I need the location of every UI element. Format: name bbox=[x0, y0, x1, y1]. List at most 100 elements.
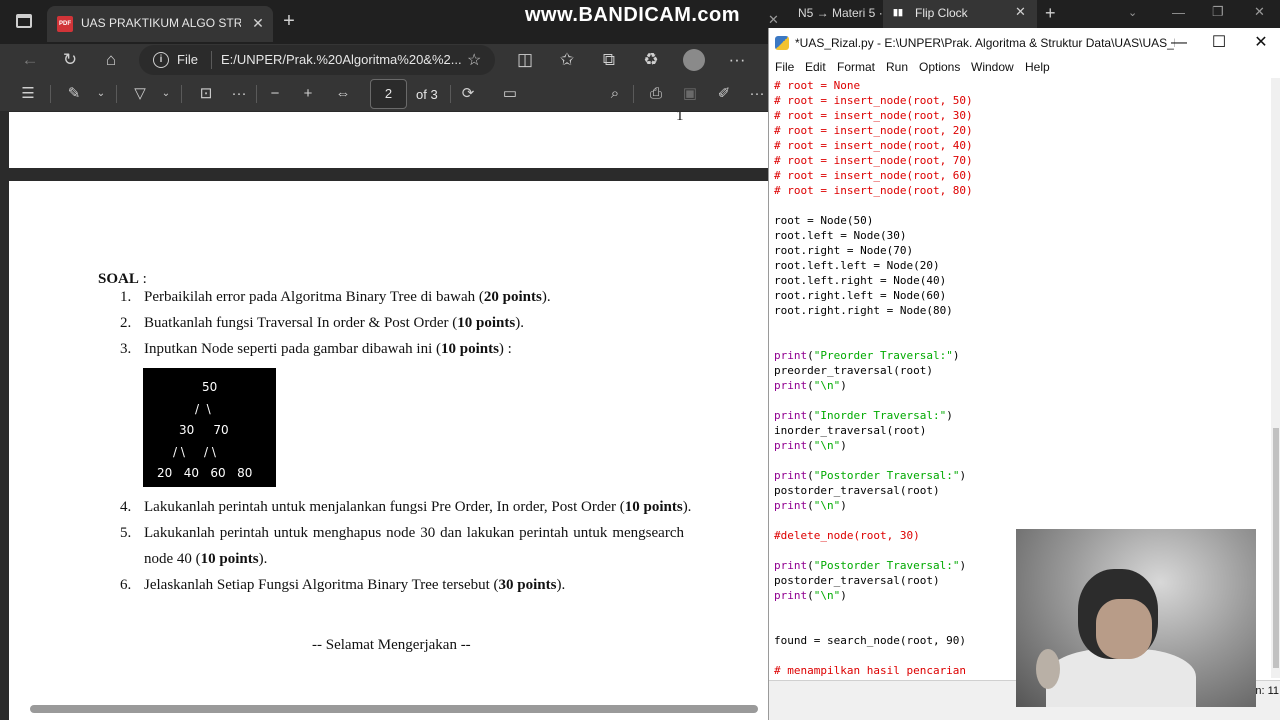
highlight-icon[interactable]: ✎ bbox=[62, 82, 86, 106]
code-line[interactable]: # root = insert_node(root, 30) bbox=[774, 108, 973, 123]
favorites-icon[interactable]: ✩ bbox=[555, 48, 579, 72]
code-line[interactable]: root.left.right = Node(40) bbox=[774, 273, 946, 288]
code-line[interactable]: # menampilkan hasil pencarian bbox=[774, 663, 966, 678]
page-view-icon[interactable]: ▭ bbox=[498, 82, 522, 106]
zoom-out-icon[interactable]: − bbox=[263, 82, 287, 106]
split-screen-icon[interactable]: ◫ bbox=[513, 48, 537, 72]
code-line[interactable]: # root = None bbox=[774, 78, 860, 93]
home-icon[interactable]: ⌂ bbox=[99, 48, 123, 72]
rotate-icon[interactable]: ⟳ bbox=[456, 82, 480, 106]
draw-icon[interactable]: ▽ bbox=[128, 82, 152, 106]
code-line[interactable]: print("\n") bbox=[774, 438, 847, 453]
toolbar-divider bbox=[256, 85, 257, 103]
code-line[interactable]: print("Postorder Traversal:") bbox=[774, 468, 966, 483]
code-line[interactable]: postorder_traversal(root) bbox=[774, 483, 940, 498]
minimize-icon[interactable]: — bbox=[1169, 33, 1189, 53]
tab-actions-icon[interactable] bbox=[16, 14, 32, 28]
code-line[interactable]: root = Node(50) bbox=[774, 213, 873, 228]
tab-close-icon[interactable]: ✕ bbox=[1015, 4, 1026, 20]
new-tab-icon[interactable]: + bbox=[279, 11, 299, 32]
horizontal-scrollbar[interactable] bbox=[30, 705, 758, 713]
chevron-down-icon[interactable]: ⌄ bbox=[1128, 6, 1137, 19]
close-icon[interactable]: ✕ bbox=[1251, 33, 1271, 53]
menu-edit[interactable]: Edit bbox=[805, 60, 826, 74]
code-line[interactable]: print("Postorder Traversal:") bbox=[774, 558, 966, 573]
zoom-in-icon[interactable]: + bbox=[296, 82, 320, 106]
chevron-down-icon[interactable]: ⌄ bbox=[154, 82, 178, 106]
code-line[interactable]: # root = insert_node(root, 70) bbox=[774, 153, 973, 168]
tree-branch: / \ bbox=[195, 402, 211, 416]
settings-more-icon[interactable]: ··· bbox=[745, 82, 769, 106]
flip-clock-tab[interactable]: ▮▮ Flip Clock ✕ bbox=[883, 0, 1037, 28]
extension-icon[interactable]: ♻ bbox=[639, 48, 663, 72]
code-line[interactable]: # root = insert_node(root, 40) bbox=[774, 138, 973, 153]
back-arrow-icon[interactable]: ← bbox=[18, 48, 42, 72]
code-line[interactable]: # root = insert_node(root, 20) bbox=[774, 123, 973, 138]
save-icon[interactable]: ▣ bbox=[678, 82, 702, 106]
profile-avatar[interactable] bbox=[683, 49, 705, 71]
pdf-toolbar: ☰ ✎ ⌄ ▽ ⌄ ⊡ ··· − + ⇔ 2 of 3 ⟳ ▭ ⌕ ⎙ ▣ ✐… bbox=[0, 76, 768, 112]
new-tab-icon[interactable]: + bbox=[1045, 3, 1056, 24]
collections-icon[interactable]: ⧉ bbox=[597, 48, 621, 72]
chevron-down-icon[interactable]: ⌄ bbox=[89, 82, 113, 106]
info-icon[interactable]: i bbox=[153, 52, 169, 68]
clock-icon: ▮▮ bbox=[893, 7, 903, 17]
code-line[interactable]: print("Preorder Traversal:") bbox=[774, 348, 959, 363]
code-builtin: print bbox=[774, 379, 808, 392]
menu-format[interactable]: Format bbox=[837, 60, 875, 74]
text-box-icon[interactable]: ⊡ bbox=[194, 82, 218, 106]
more-tools-icon[interactable]: ··· bbox=[227, 82, 251, 106]
close-icon[interactable]: ✕ bbox=[1254, 4, 1265, 20]
menu-file[interactable]: File bbox=[775, 60, 794, 74]
code-punct: ( bbox=[807, 379, 814, 392]
code-punct: ) bbox=[840, 379, 847, 392]
tab-close-icon[interactable]: ✕ bbox=[249, 13, 267, 33]
code-punct: ( bbox=[807, 439, 814, 452]
code-line[interactable]: preorder_traversal(root) bbox=[774, 363, 933, 378]
menu-options[interactable]: Options bbox=[919, 60, 960, 74]
contents-icon[interactable]: ☰ bbox=[16, 82, 40, 106]
print-icon[interactable]: ⎙ bbox=[644, 82, 668, 106]
background-tab-label[interactable]: N5 → Materi 5 · bbox=[798, 6, 883, 20]
page-number-input[interactable]: 2 bbox=[370, 79, 407, 109]
close-icon[interactable]: ✕ bbox=[768, 12, 779, 28]
code-line[interactable]: print("\n") bbox=[774, 588, 847, 603]
address-bar[interactable]: i File E:/UNPER/Prak.%20Algoritma%20&%2.… bbox=[139, 45, 495, 75]
scrollbar-thumb[interactable] bbox=[1273, 428, 1279, 668]
tree-level: 30 70 bbox=[179, 423, 229, 437]
code-line[interactable]: # root = insert_node(root, 60) bbox=[774, 168, 973, 183]
code-line[interactable]: root.right = Node(70) bbox=[774, 243, 913, 258]
code-line[interactable]: inorder_traversal(root) bbox=[774, 423, 926, 438]
code-line[interactable]: found = search_node(root, 90) bbox=[774, 633, 966, 648]
code-line[interactable]: print("\n") bbox=[774, 378, 847, 393]
code-line[interactable]: root.right.right = Node(80) bbox=[774, 303, 953, 318]
browser-tab-active[interactable]: PDF UAS PRAKTIKUM ALGO STRUKDAT ✕ bbox=[47, 6, 273, 42]
refresh-icon[interactable]: ↻ bbox=[58, 48, 82, 72]
menu-run[interactable]: Run bbox=[886, 60, 908, 74]
code-line[interactable]: print("\n") bbox=[774, 498, 847, 513]
restore-icon[interactable]: ❐ bbox=[1212, 4, 1224, 20]
save-as-icon[interactable]: ✐ bbox=[712, 82, 736, 106]
address-url[interactable]: E:/UNPER/Prak.%20Algoritma%20&%2... bbox=[221, 52, 461, 67]
code-line[interactable]: # root = insert_node(root, 80) bbox=[774, 183, 973, 198]
code-builtin: print bbox=[774, 349, 808, 362]
maximize-icon[interactable]: ☐ bbox=[1209, 33, 1229, 53]
recording-watermark: www.BANDICAM.com bbox=[525, 4, 741, 26]
code-line[interactable]: # root = insert_node(root, 50) bbox=[774, 93, 973, 108]
pdf-document-view[interactable]: 1 SOAL : 1. Perbaikilah error pada Algor… bbox=[0, 112, 768, 720]
more-options-icon[interactable]: ··· bbox=[725, 48, 749, 72]
code-line[interactable]: root.left.left = Node(20) bbox=[774, 258, 940, 273]
code-line[interactable]: print("Inorder Traversal:") bbox=[774, 408, 953, 423]
minimize-icon[interactable]: — bbox=[1172, 5, 1185, 20]
code-line[interactable]: postorder_traversal(root) bbox=[774, 573, 940, 588]
code-line[interactable]: root.right.left = Node(60) bbox=[774, 288, 946, 303]
binary-tree-image: 50 / \ 30 70 / \ / \ 20 40 60 80 bbox=[143, 368, 276, 487]
menu-window[interactable]: Window bbox=[971, 60, 1014, 74]
menu-help[interactable]: Help bbox=[1025, 60, 1050, 74]
favorite-star-icon[interactable]: ☆ bbox=[467, 50, 481, 70]
fit-page-icon[interactable]: ⇔ bbox=[331, 82, 355, 106]
vertical-scrollbar[interactable] bbox=[1271, 78, 1280, 678]
search-icon[interactable]: ⌕ bbox=[603, 82, 627, 106]
code-line[interactable]: #delete_node(root, 30) bbox=[774, 528, 920, 543]
code-line[interactable]: root.left = Node(30) bbox=[774, 228, 906, 243]
